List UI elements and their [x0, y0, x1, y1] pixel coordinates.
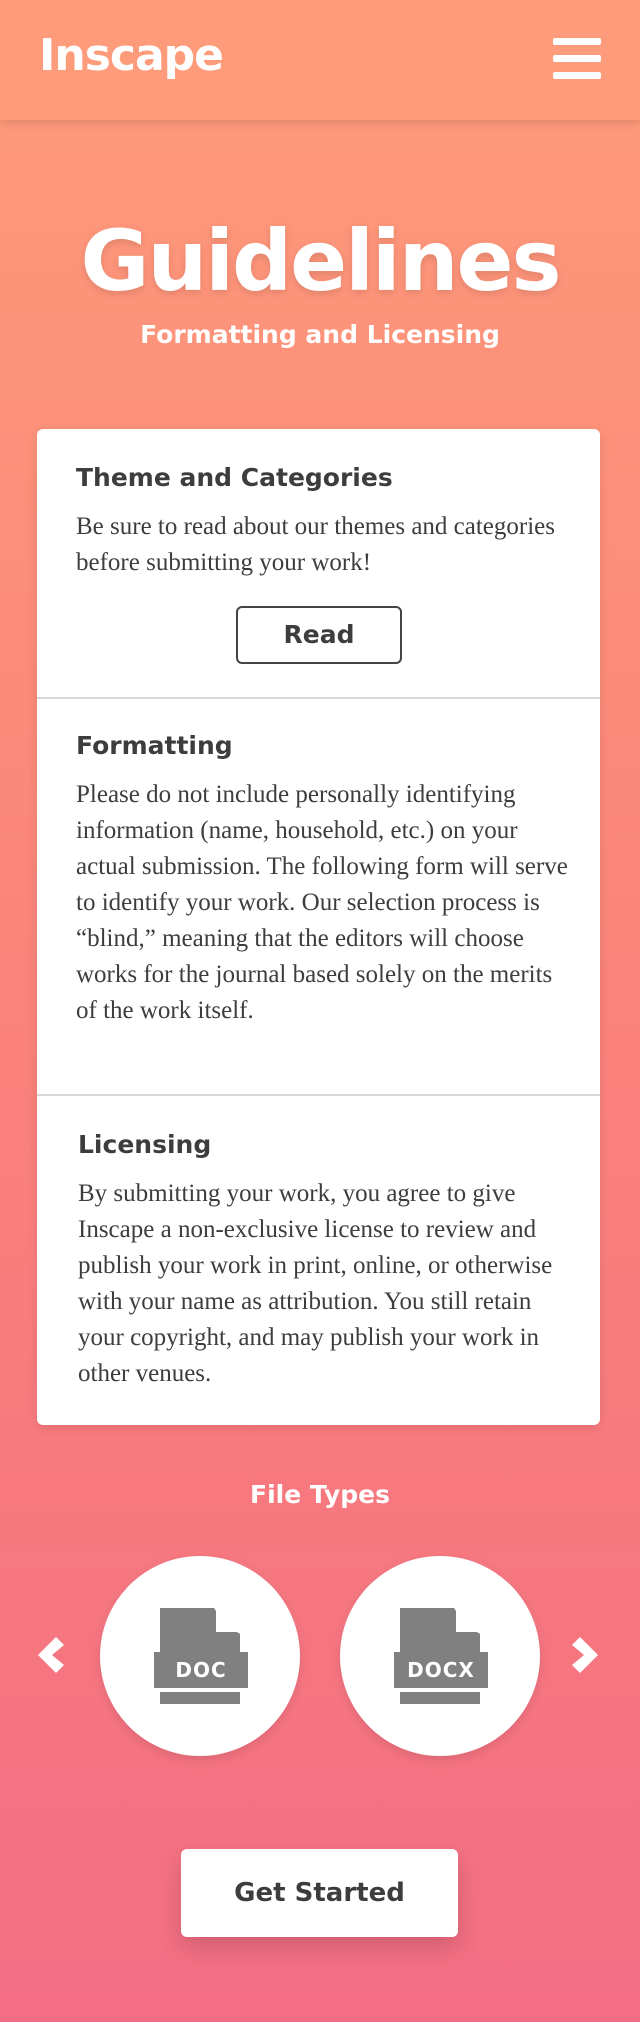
section-body: By submitting your work, you agree to gi… — [78, 1180, 553, 1387]
page-title: Guidelines — [80, 212, 562, 310]
menu-bar — [553, 55, 601, 62]
page-subtitle: Formatting and Licensing — [140, 320, 500, 349]
top-navbar: Inscape — [0, 0, 640, 120]
chevron-left-icon[interactable] — [30, 1635, 66, 1675]
file-type-label: DOC — [175, 1658, 227, 1682]
section-licensing: Licensing By submitting your work, you a… — [37, 1096, 600, 1425]
file-icon — [394, 1608, 488, 1704]
section-body: Be sure to read about our themes and cat… — [76, 513, 555, 576]
hamburger-menu-icon[interactable] — [553, 38, 603, 82]
get-started-button[interactable]: Get Started — [181, 1849, 458, 1937]
section-body: Please do not include personally identif… — [76, 781, 568, 1024]
read-button[interactable]: Read — [236, 606, 402, 664]
section-title: Licensing — [78, 1130, 212, 1159]
file-type-label: DOCX — [407, 1658, 475, 1682]
file-icon — [154, 1608, 248, 1704]
section-theme-categories: Theme and Categories Be sure to read abo… — [37, 429, 600, 699]
chevron-right-icon[interactable] — [570, 1635, 606, 1675]
brand-logo[interactable]: Inscape — [39, 30, 224, 81]
menu-bar — [553, 38, 601, 45]
section-title: Theme and Categories — [76, 463, 393, 492]
file-types-title: File Types — [250, 1480, 390, 1509]
file-type-docx[interactable]: DOCX — [340, 1556, 540, 1756]
menu-bar — [553, 72, 601, 79]
file-type-doc[interactable]: DOC — [100, 1556, 300, 1756]
guidelines-card: Theme and Categories Be sure to read abo… — [37, 429, 600, 1425]
section-title: Formatting — [76, 731, 233, 760]
section-formatting: Formatting Please do not include persona… — [37, 699, 600, 1096]
